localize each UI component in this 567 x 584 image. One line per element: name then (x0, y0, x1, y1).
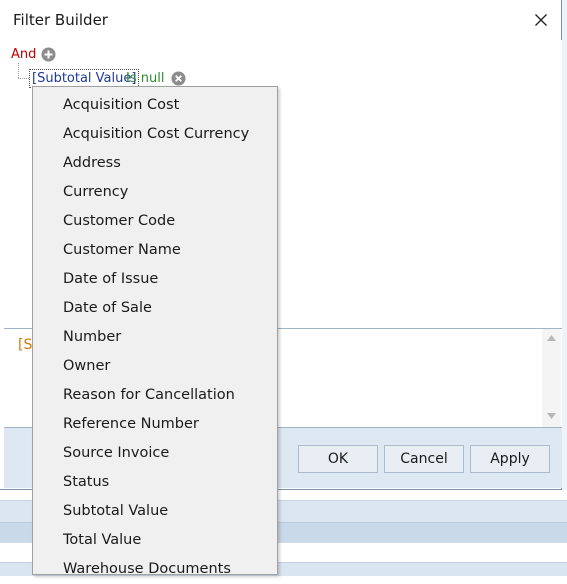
close-icon (535, 14, 547, 26)
vertical-scrollbar[interactable] (542, 329, 561, 427)
dropdown-item[interactable]: Date of Issue (33, 265, 277, 294)
scroll-down-icon[interactable] (547, 413, 556, 419)
apply-button[interactable]: Apply (470, 445, 550, 473)
cancel-button[interactable]: Cancel (384, 445, 464, 473)
dropdown-item[interactable]: Acquisition Cost (33, 91, 277, 120)
remove-condition-icon[interactable] (171, 71, 186, 86)
dropdown-item[interactable]: Customer Name (33, 236, 277, 265)
dropdown-item[interactable]: Acquisition Cost Currency (33, 120, 277, 149)
dropdown-item[interactable]: Reason for Cancellation (33, 381, 277, 410)
tree-connector (18, 63, 19, 78)
dropdown-item[interactable]: Address (33, 149, 277, 178)
group-operator-link[interactable]: And (11, 47, 36, 62)
dropdown-item[interactable]: Reference Number (33, 410, 277, 439)
dropdown-item[interactable]: Status (33, 468, 277, 497)
field-dropdown[interactable]: Acquisition Cost Acquisition Cost Currenc… (32, 86, 278, 577)
dialog-title-bar[interactable]: Filter Builder (0, 0, 561, 40)
dropdown-item[interactable]: Number (33, 323, 277, 352)
add-condition-icon[interactable] (41, 47, 56, 62)
dropdown-item[interactable]: Date of Sale (33, 294, 277, 323)
dropdown-item[interactable]: Owner (33, 352, 277, 381)
dropdown-item[interactable]: Customer Code (33, 207, 277, 236)
tree-connector (18, 78, 29, 79)
dropdown-item[interactable]: Total Value (33, 526, 277, 555)
dropdown-item[interactable]: Subtotal Value (33, 497, 277, 526)
field-dropdown-list: Acquisition Cost Acquisition Cost Currenc… (33, 91, 277, 584)
dropdown-item[interactable]: Currency (33, 178, 277, 207)
filter-text: [S (18, 337, 33, 353)
dropdown-item[interactable]: Source Invoice (33, 439, 277, 468)
ok-button[interactable]: OK (298, 445, 378, 473)
condition-operator[interactable]: Is null (126, 70, 164, 87)
close-button[interactable] (526, 6, 556, 34)
scroll-up-icon[interactable] (547, 335, 556, 341)
dialog-title: Filter Builder (13, 11, 108, 29)
dropdown-item[interactable]: Warehouse Documents (33, 555, 277, 584)
background-edge (562, 0, 567, 490)
